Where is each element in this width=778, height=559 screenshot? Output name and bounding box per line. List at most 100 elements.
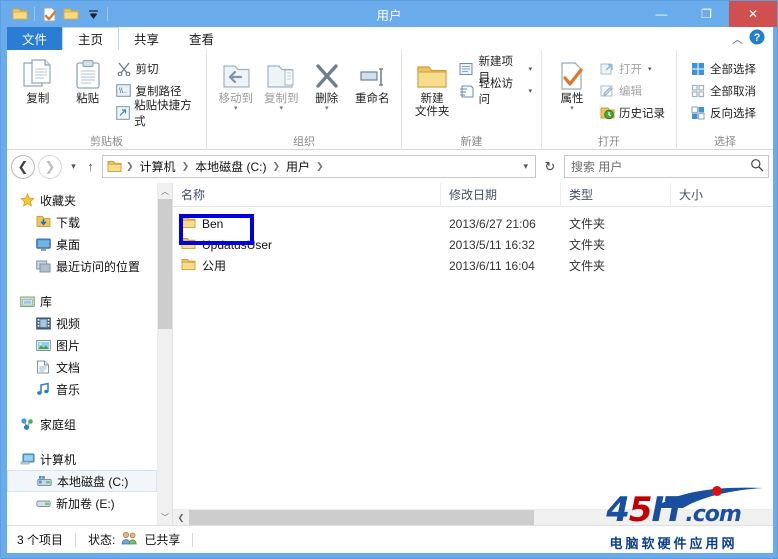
hscroll-left-icon[interactable]: ❮ [173, 510, 189, 526]
nav-label-recent-places: 最近访问的位置 [56, 259, 141, 274]
breadcrumb-chevron-1[interactable]: ❯ [179, 161, 193, 172]
column-header-name[interactable]: 名称 [173, 182, 441, 207]
easy-access-caret-icon[interactable]: ▾ [528, 87, 532, 95]
nav-item-recent-places[interactable]: 最近访问的位置 [7, 255, 157, 277]
table-row[interactable]: 公用 2013/6/11 16:04 文件夹 [173, 255, 773, 276]
ribbon-group-new: 新建 文件夹 新建项目 ▾ 轻松访问 ▾ 新建 [402, 50, 542, 150]
table-row[interactable]: Ben 2013/6/27 21:06 文件夹 [173, 213, 773, 234]
help-icon[interactable]: ? [749, 29, 765, 48]
paste-shortcut-icon [115, 105, 131, 121]
new-item-caret-icon[interactable]: ▾ [528, 65, 532, 73]
explorer-window: 用户 — ❐ ✕ 文件 主页 共享 查看 ︿ ? 复制 粘贴 剪切 \\.. 复… [0, 0, 778, 559]
ribbon-button-delete[interactable]: 删除 ▾ [304, 54, 350, 112]
nav-item-music[interactable]: 音乐 [7, 378, 157, 400]
qat-separator-2 [107, 7, 108, 21]
breadcrumb-item-local-disk[interactable]: 本地磁盘 (C:) [192, 158, 269, 175]
nav-header-libraries[interactable]: 库 [7, 290, 157, 312]
forward-button[interactable]: ❯ [38, 154, 62, 179]
nav-item-local-disk-c[interactable]: 本地磁盘 (C:) [7, 470, 157, 492]
nav-scroll-up-icon[interactable]: ︿ [158, 183, 173, 199]
ribbon-button-paste-shortcut[interactable]: 粘贴快捷方式 [113, 100, 201, 128]
ribbon-button-copy[interactable]: 复制 [13, 54, 63, 106]
ribbon-button-cut[interactable]: 剪切 [113, 58, 201, 79]
ribbon-button-rename[interactable]: 重命名 [350, 54, 396, 106]
status-bar: 3 个项目 状态: 已共享 [7, 525, 773, 553]
file-list-horizontal-scrollbar[interactable]: ❮ [173, 509, 773, 526]
hscroll-thumb[interactable] [189, 509, 534, 526]
nav-item-desktop[interactable]: 桌面 [7, 233, 157, 255]
ribbon-button-open[interactable]: 打开 ▾ [596, 58, 668, 79]
column-header-date[interactable]: 修改日期 [441, 182, 561, 207]
nav-item-downloads[interactable]: 下载 [7, 211, 157, 233]
close-button[interactable]: ✕ [729, 1, 777, 27]
tab-view[interactable]: 查看 [174, 27, 230, 50]
copy-to-caret-icon[interactable]: ▾ [279, 105, 283, 112]
breadcrumb-chevron-2[interactable]: ❯ [269, 161, 283, 172]
status-item-count: 3 个项目 [17, 533, 64, 547]
breadcrumb-chevron-0[interactable]: ❯ [123, 161, 137, 172]
address-bar[interactable]: ❯ 计算机 ❯ 本地磁盘 (C:) ❯ 用户 ❯ ▾ [102, 155, 536, 178]
nav-label-libraries: 库 [40, 294, 53, 309]
search-icon[interactable] [750, 158, 764, 175]
tab-file[interactable]: 文件 [7, 27, 63, 50]
quick-access-toolbar [1, 1, 111, 27]
ribbon-button-invert-selection[interactable]: 反向选择 [687, 102, 759, 123]
collapse-ribbon-icon[interactable]: ︿ [732, 31, 743, 47]
column-header-size[interactable]: 大小 [671, 183, 767, 207]
search-box[interactable]: 搜索 用户 [564, 155, 769, 178]
up-button[interactable]: ↑ [82, 155, 99, 179]
nav-scroll-track[interactable] [157, 199, 173, 509]
breadcrumb-item-computer[interactable]: 计算机 [137, 158, 179, 175]
ribbon-button-paste[interactable]: 粘贴 [63, 54, 113, 106]
nav-item-pictures[interactable]: 图片 [7, 334, 157, 356]
qat-chevron-down-icon[interactable] [82, 3, 104, 25]
delete-caret-icon[interactable]: ▾ [325, 105, 329, 112]
tab-home[interactable]: 主页 [62, 27, 120, 50]
hscroll-track[interactable] [189, 509, 773, 526]
nav-label-new-volume-e: 新加卷 (E:) [56, 496, 115, 511]
folder-icon [181, 258, 196, 274]
refresh-button[interactable]: ↻ [539, 155, 561, 178]
column-header-type[interactable]: 类型 [561, 182, 671, 207]
ribbon-button-move-to[interactable]: 移动到 ▾ [213, 54, 259, 112]
qat-folder-icon[interactable] [9, 3, 31, 25]
nav-scroll-down-icon[interactable]: ﹀ [158, 509, 173, 525]
qat-new-folder-icon[interactable] [60, 3, 82, 25]
address-dropdown-icon[interactable]: ▾ [518, 161, 533, 172]
navigation-pane-scrollbar[interactable]: ︿ ﹀ [157, 183, 173, 525]
minimize-button[interactable]: — [639, 1, 684, 27]
nav-header-homegroup[interactable]: 家庭组 [7, 413, 157, 435]
ribbon-button-history[interactable]: 历史记录 [596, 102, 668, 123]
move-to-caret-icon[interactable]: ▾ [234, 105, 238, 112]
maximize-button[interactable]: ❐ [684, 1, 729, 27]
file-name: 公用 [202, 259, 227, 273]
ribbon-button-new-folder[interactable]: 新建 文件夹 [408, 54, 456, 119]
nav-item-documents[interactable]: 文档 [7, 356, 157, 378]
breadcrumb: ❯ 计算机 ❯ 本地磁盘 (C:) ❯ 用户 ❯ [123, 158, 518, 175]
recent-locations-button[interactable]: ▾ [65, 155, 82, 179]
ribbon-group-open: 属性 ▾ 打开 ▾ 编辑 历史记录 打开 [542, 50, 677, 150]
nav-item-videos[interactable]: 视频 [7, 312, 157, 334]
address-folder-icon [107, 160, 122, 173]
nav-scroll-thumb[interactable] [157, 199, 173, 329]
copy-icon [21, 57, 55, 91]
scissors-icon [116, 61, 132, 77]
ribbon-group-label-open: 打开 [598, 136, 620, 148]
ribbon-button-copy-to[interactable]: 复制到 ▾ [259, 54, 305, 112]
ribbon-button-edit[interactable]: 编辑 [596, 80, 668, 101]
nav-header-computer[interactable]: 计算机 [7, 448, 157, 470]
ribbon-button-properties[interactable]: 属性 ▾ [548, 54, 596, 112]
ribbon-button-easy-access[interactable]: 轻松访问 ▾ [456, 78, 535, 106]
nav-item-new-volume-e[interactable]: 新加卷 (E:) [7, 492, 157, 514]
qat-properties-icon[interactable] [38, 3, 60, 25]
nav-header-favorites[interactable]: 收藏夹 [7, 189, 157, 211]
breadcrumb-item-users[interactable]: 用户 [283, 158, 313, 175]
tab-share[interactable]: 共享 [119, 27, 175, 50]
ribbon-button-select-all[interactable]: 全部选择 [687, 58, 759, 79]
ribbon-button-select-none[interactable]: 全部取消 [687, 80, 759, 101]
properties-caret-icon[interactable]: ▾ [570, 105, 574, 112]
open-caret-icon[interactable]: ▾ [648, 65, 652, 73]
back-button[interactable]: ❮ [11, 154, 35, 179]
breadcrumb-chevron-3[interactable]: ❯ [313, 161, 327, 172]
table-row[interactable]: UpdatusUser 2013/5/11 16:32 文件夹 [173, 234, 773, 255]
